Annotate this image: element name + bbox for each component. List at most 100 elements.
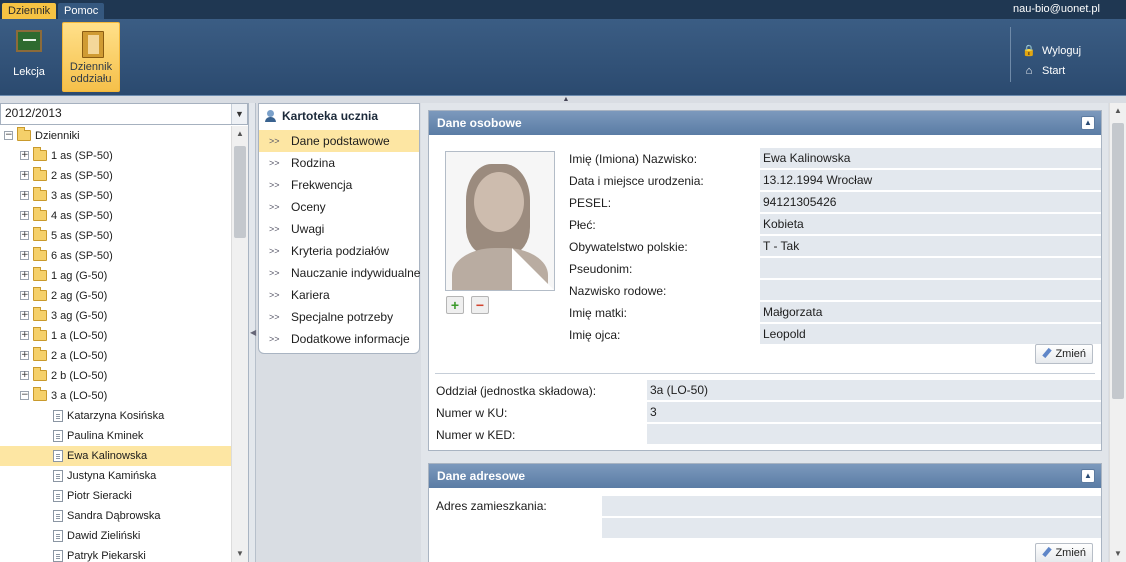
tree-class-label: 1 ag (G-50) [51, 270, 108, 282]
student-card-icon [53, 510, 63, 522]
folder-icon [33, 287, 47, 301]
field-label-pesel: PESEL: [569, 196, 612, 210]
content-scrollbar[interactable]: ▲ ▼ [1109, 103, 1126, 562]
nav-kryteria-podzialow[interactable]: >> Kryteria podziałów [259, 240, 419, 262]
student-card-title: Kartoteka ucznia [282, 109, 379, 123]
tree-class-item[interactable]: + 2 as (SP-50) [0, 166, 231, 186]
ribbon-collapse-grip[interactable]: ▲ [560, 96, 572, 103]
tree-class-item[interactable]: + 1 ag (G-50) [0, 266, 231, 286]
nav-dodatkowe-informacje[interactable]: >> Dodatkowe informacje [259, 328, 419, 350]
scroll-up-icon[interactable]: ▲ [232, 126, 248, 142]
remove-photo-button[interactable]: − [471, 296, 489, 314]
tab-dziennik[interactable]: Dziennik [2, 3, 57, 19]
tree-class-item[interactable]: + 5 as (SP-50) [0, 226, 231, 246]
scroll-up-icon[interactable]: ▲ [1110, 103, 1126, 119]
nav-nauczanie-indywidualne[interactable]: >> Nauczanie indywidualne [259, 262, 421, 284]
chevron-right-icon: >> [269, 202, 280, 212]
pencil-icon [1042, 547, 1052, 559]
top-menu-bar: Dziennik Pomoc nau-bio@uonet.pl [0, 0, 1126, 19]
expand-icon[interactable]: + [20, 371, 29, 380]
collapse-icon[interactable]: − [4, 131, 13, 140]
folder-open-icon [17, 127, 31, 141]
tree-class-item[interactable]: + 6 as (SP-50) [0, 246, 231, 266]
tree-student-item-selected[interactable]: Ewa Kalinowska [0, 446, 231, 466]
tree-class-item[interactable]: + 4 as (SP-50) [0, 206, 231, 226]
tree-student-item[interactable]: Sandra Dąbrowska [0, 506, 231, 526]
student-card-icon [53, 430, 63, 442]
tree-class-item[interactable]: + 2 a (LO-50) [0, 346, 231, 366]
tree-student-label: Justyna Kamińska [67, 470, 157, 482]
splitter-left-arrow-icon[interactable]: ◀ [250, 328, 256, 337]
expand-icon[interactable]: + [20, 331, 29, 340]
expand-icon[interactable]: + [20, 151, 29, 160]
wyloguj-link[interactable]: 🔒 Wyloguj [1022, 44, 1081, 58]
tree-class-label: 3 ag (G-50) [51, 310, 108, 322]
nav-rodzina[interactable]: >> Rodzina [259, 152, 419, 174]
tree-class-item[interactable]: + 3 ag (G-50) [0, 306, 231, 326]
chevron-down-icon[interactable]: ▼ [231, 104, 247, 124]
tree-student-item[interactable]: Justyna Kamińska [0, 466, 231, 486]
expand-icon[interactable]: + [20, 271, 29, 280]
dane-adresowe-header: Dane adresowe ▲ [429, 464, 1101, 488]
scroll-down-icon[interactable]: ▼ [232, 546, 248, 562]
nav-item-label: Kryteria podziałów [291, 244, 390, 258]
expand-icon[interactable]: + [20, 211, 29, 220]
tree-class-item[interactable]: + 2 ag (G-50) [0, 286, 231, 306]
lekcja-button[interactable]: Lekcja [0, 22, 58, 92]
nav-oceny[interactable]: >> Oceny [259, 196, 419, 218]
nav-frekwencja[interactable]: >> Frekwencja [259, 174, 419, 196]
field-value-oddzial: 3a (LO-50) [647, 380, 1101, 400]
expand-icon[interactable]: + [20, 251, 29, 260]
expand-icon[interactable]: + [20, 191, 29, 200]
tree-student-item[interactable]: Piotr Sieracki [0, 486, 231, 506]
collapse-icon[interactable]: − [20, 391, 29, 400]
expand-icon[interactable]: + [20, 291, 29, 300]
tree-root-label: Dzienniki [35, 130, 80, 142]
photo-page-curl [512, 248, 554, 290]
student-card-icon [53, 450, 63, 462]
expand-icon[interactable]: + [20, 171, 29, 180]
field-value-imie-nazwisko: Ewa Kalinowska [760, 148, 1101, 168]
expand-icon[interactable]: + [20, 311, 29, 320]
nav-dane-podstawowe[interactable]: >> Dane podstawowe [259, 130, 419, 152]
tab-pomoc[interactable]: Pomoc [58, 3, 105, 19]
add-photo-button[interactable]: + [446, 296, 464, 314]
tree-class-item[interactable]: + 1 as (SP-50) [0, 146, 231, 166]
expand-icon[interactable]: + [20, 351, 29, 360]
dziennik-oddzialu-button[interactable]: Dziennik oddziału [62, 22, 120, 92]
tree-class-item[interactable]: + 1 a (LO-50) [0, 326, 231, 346]
nav-kariera[interactable]: >> Kariera [259, 284, 419, 306]
start-link[interactable]: ⌂ Start [1022, 64, 1066, 78]
nav-uwagi[interactable]: >> Uwagi [259, 218, 419, 240]
edit-address-button[interactable]: Zmień [1035, 543, 1093, 562]
collapse-section-icon[interactable]: ▲ [1081, 469, 1095, 483]
nav-specjalne-potrzeby[interactable]: >> Specjalne potrzeby [259, 306, 419, 328]
content-scrollbar-thumb[interactable] [1112, 123, 1124, 399]
field-label-oddzial: Oddział (jednostka składowa): [436, 384, 597, 398]
nav-item-label: Nauczanie indywidualne [291, 266, 421, 280]
folder-icon [33, 187, 47, 201]
tree-student-label: Katarzyna Kosińska [67, 410, 165, 422]
field-label-pseudonim: Pseudonim: [569, 262, 633, 276]
tree-student-item[interactable]: Katarzyna Kosińska [0, 406, 231, 426]
start-label: Start [1042, 65, 1066, 77]
tree-student-item[interactable]: Paulina Kminek [0, 426, 231, 446]
collapse-section-icon[interactable]: ▲ [1081, 116, 1095, 130]
tree-class-item[interactable]: + 2 b (LO-50) [0, 366, 231, 386]
journal-tree: − Dzienniki + 1 as (SP-50) + 2 as (SP-50… [0, 126, 231, 562]
scroll-down-icon[interactable]: ▼ [1110, 546, 1126, 562]
tree-class-item-expanded[interactable]: − 3 a (LO-50) [0, 386, 231, 406]
tree-student-item[interactable]: Patryk Piekarski [0, 546, 231, 562]
panel-splitter[interactable]: ◀ [249, 103, 256, 562]
tree-student-item[interactable]: Dawid Zieliński [0, 526, 231, 546]
plus-icon: + [450, 297, 460, 313]
chevron-right-icon: >> [269, 224, 280, 234]
tree-class-item[interactable]: + 3 as (SP-50) [0, 186, 231, 206]
tree-scrollbar[interactable]: ▲ ▼ [231, 126, 248, 562]
tree-scrollbar-thumb[interactable] [234, 146, 246, 238]
edit-personal-data-button[interactable]: Zmień [1035, 344, 1093, 364]
tree-root-dzienniki[interactable]: − Dzienniki [0, 126, 231, 146]
tree-student-label: Paulina Kminek [67, 430, 144, 442]
school-year-select[interactable]: 2012/2013 ▼ [0, 103, 248, 125]
expand-icon[interactable]: + [20, 231, 29, 240]
